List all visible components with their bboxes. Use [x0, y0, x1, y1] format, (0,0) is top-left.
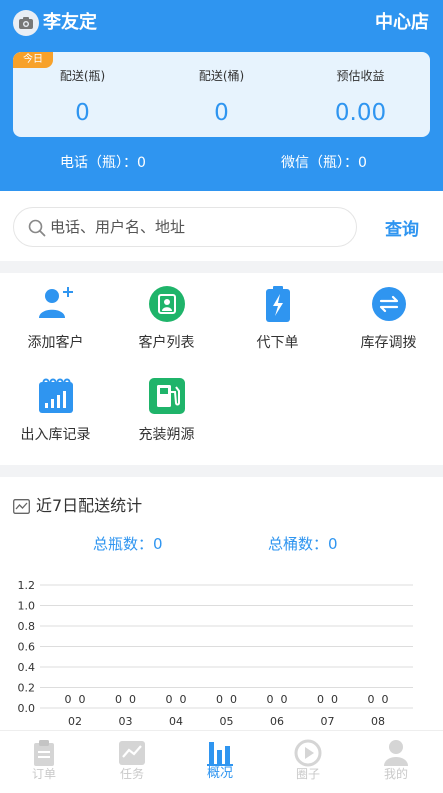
query-button[interactable]: 查询: [380, 207, 424, 247]
task-chart-icon: [118, 739, 146, 767]
stat-label: 配送(桶): [198, 69, 245, 83]
stat-delivery-bottles: 配送(瓶) 0: [13, 66, 152, 130]
y-tick-label: 0.6: [18, 641, 36, 654]
tab-orders[interactable]: 订单: [0, 731, 88, 793]
data-label: 0: [79, 693, 86, 706]
transfer-icon: [370, 285, 408, 323]
x-tick-label: 08: [371, 715, 385, 728]
menu-label: 库存调拨: [360, 335, 417, 351]
search-input[interactable]: [50, 208, 350, 246]
data-label: 0: [166, 693, 173, 706]
menu-item-refill-trace[interactable]: 充装朔源: [111, 365, 222, 451]
data-label: 0: [65, 693, 72, 706]
menu-item-customer-list[interactable]: 客户列表: [111, 273, 222, 359]
data-label: 0: [180, 693, 187, 706]
circle-play-icon: [294, 739, 322, 767]
y-tick-label: 0.2: [18, 682, 36, 695]
x-tick-label: 05: [220, 715, 234, 728]
top-bar: 李友定 中心店: [0, 0, 443, 46]
gas-station-icon: [148, 377, 186, 415]
menu-label: 出入库记录: [20, 427, 91, 443]
chart-title: 近7日配送统计: [36, 496, 143, 515]
x-tick-label: 04: [169, 715, 183, 728]
data-label: 0: [382, 693, 389, 706]
data-label: 0: [216, 693, 223, 706]
y-tick-label: 1.2: [18, 579, 36, 592]
search-box: [13, 207, 357, 247]
profile-icon: [382, 739, 410, 767]
menu-label: 充装朔源: [138, 427, 195, 443]
tab-label: 圈子: [295, 767, 320, 781]
stat-value: 0: [75, 100, 90, 126]
y-tick-label: 1.0: [18, 600, 36, 613]
menu-label: 客户列表: [138, 335, 195, 351]
page: 李友定 中心店 今日 配送(瓶) 0 配送(桶) 0 预估收益 0.00 电话（…: [0, 0, 443, 793]
data-label: 0: [368, 693, 375, 706]
total-barrels: 总桶数：0: [268, 535, 338, 553]
delivery-chart: 0.00.20.40.60.81.01.2020 0030 0040 0050 0060…: [18, 579, 413, 728]
y-tick-label: 0.0: [18, 702, 36, 715]
bottom-tabbar: 订单 任务 概况 圈子 我的: [0, 730, 443, 793]
data-label: 0: [115, 693, 122, 706]
calendar-bars-icon: [37, 377, 75, 415]
tab-label: 订单: [31, 767, 56, 781]
menu-item-add-customer[interactable]: 添加客户: [0, 273, 111, 359]
phone-orders-count: 电话（瓶）：0: [60, 155, 146, 171]
battery-order-icon: [259, 285, 297, 323]
trend-chart-icon: [13, 498, 30, 514]
add-user-icon: [37, 285, 75, 323]
search-icon: [28, 219, 46, 237]
customer-card-icon: [148, 285, 186, 323]
menu-label: 添加客户: [27, 335, 84, 351]
tab-overview[interactable]: 概况: [176, 731, 264, 793]
search-section: 查询: [0, 191, 443, 261]
delivery-stats-panel: 近7日配送统计 总瓶数：0 总桶数：0 0.0 0.2 0.4 0.6 0.8 1.0 1.…: [0, 477, 443, 730]
store-name[interactable]: 中心店: [375, 10, 429, 36]
header: 李友定 中心店 今日 配送(瓶) 0 配送(桶) 0 预估收益 0.00 电话（…: [0, 0, 443, 191]
tab-circle[interactable]: 圈子: [264, 731, 352, 793]
stat-estimated-income: 预估收益 0.00: [291, 66, 430, 130]
camera-avatar-icon[interactable]: [13, 10, 39, 36]
x-tick-label: 06: [270, 715, 284, 728]
data-label: 0: [267, 693, 274, 706]
data-label: 0: [129, 693, 136, 706]
data-label: 0: [331, 693, 338, 706]
tab-tasks[interactable]: 任务: [88, 731, 176, 793]
menu-item-stock-transfer[interactable]: 库存调拨: [333, 273, 443, 359]
order-clipboard-icon: [30, 739, 58, 767]
data-label: 0: [230, 693, 237, 706]
tab-label: 概况: [206, 766, 233, 781]
tab-profile[interactable]: 我的: [352, 731, 440, 793]
menu-item-stock-records[interactable]: 出入库记录: [0, 365, 111, 451]
tab-label: 我的: [383, 767, 408, 781]
user-name: 李友定: [43, 12, 97, 33]
y-tick-label: 0.8: [18, 620, 36, 633]
data-label: 0: [281, 693, 288, 706]
x-tick-label: 03: [119, 715, 133, 728]
x-tick-label: 02: [68, 715, 82, 728]
y-tick-label: 0.4: [18, 661, 36, 674]
stat-value: 0: [214, 100, 229, 126]
menu-grid: 添加客户 客户列表 代下单 库存调拨 出入库记录 充装朔源: [0, 273, 443, 465]
data-label: 0: [317, 693, 324, 706]
stat-label: 预估收益: [336, 69, 385, 83]
today-stats-card: 今日 配送(瓶) 0 配送(桶) 0 预估收益 0.00: [13, 52, 430, 137]
chart-title-row: 近7日配送统计: [13, 495, 142, 517]
overview-bars-icon: [206, 739, 234, 767]
total-bottles: 总瓶数：0: [93, 535, 163, 553]
stat-delivery-barrels: 配送(桶) 0: [152, 66, 291, 130]
wechat-orders-count: 微信（瓶）：0: [281, 155, 367, 171]
menu-item-place-order[interactable]: 代下单: [222, 273, 333, 359]
stat-label: 配送(瓶): [59, 69, 106, 83]
menu-label: 代下单: [256, 335, 299, 351]
stat-value: 0.00: [334, 100, 387, 126]
x-tick-label: 07: [321, 715, 335, 728]
tab-label: 任务: [119, 767, 144, 781]
